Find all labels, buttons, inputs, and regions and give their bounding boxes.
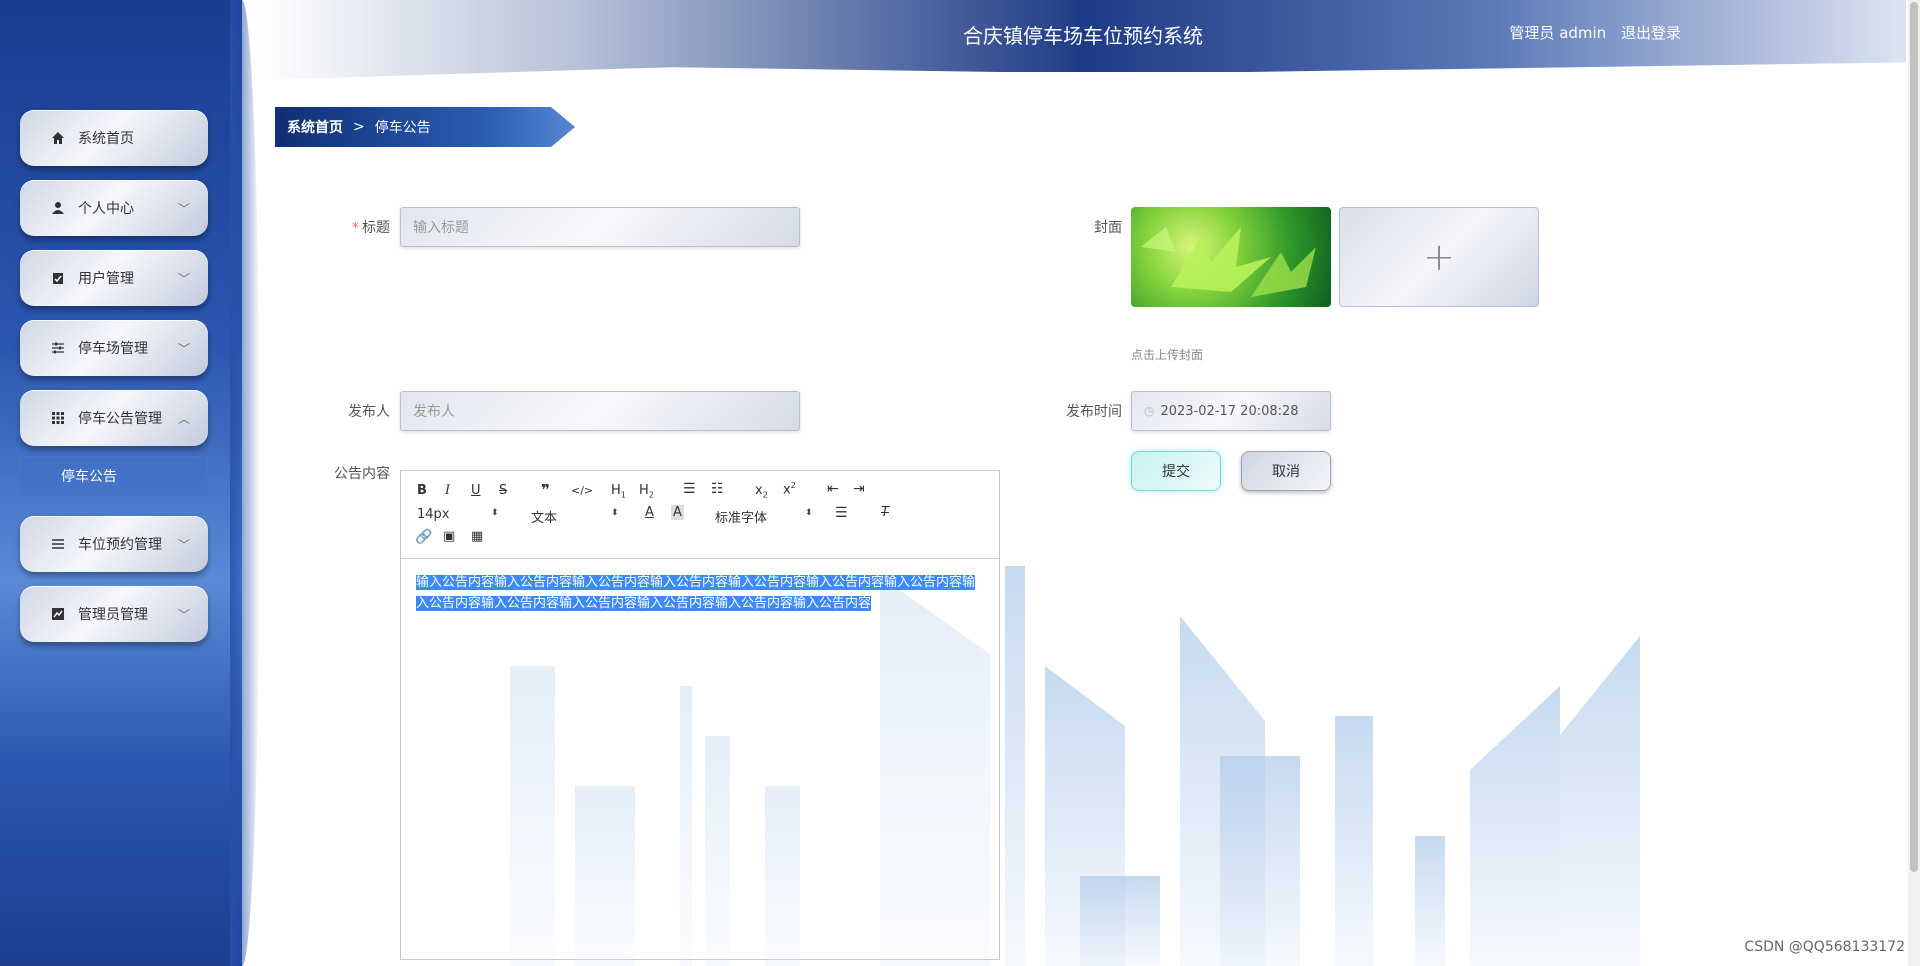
blockquote-icon[interactable]: ❞ [541,481,550,499]
chart-icon [50,606,66,622]
chevron-up-icon: ︿ [177,412,190,426]
clipboard-icon [50,270,66,286]
publisher-label: 发布人 [348,404,390,420]
font-size-select[interactable]: 14px ⬍ [417,507,499,522]
title-input[interactable]: 输入标题 [400,207,800,247]
strike-button[interactable]: S [499,483,507,498]
cover-label: 封面 [1094,220,1122,236]
chevron-down-icon: ﹀ [177,342,190,356]
publish-time-label: 发布时间 [1066,404,1122,420]
editor-text: 输入公告内容输入公告内容输入公告内容输入公告内容输入公告内容输入公告内容输入公告… [416,575,976,611]
scrollbar-thumb[interactable] [1910,2,1918,872]
bold-button[interactable]: B [417,483,427,498]
superscript-button[interactable]: x2 [783,481,796,497]
link-icon[interactable]: 🔗 [415,529,432,545]
current-user: 管理员 admin [1509,24,1607,42]
sidebar-item-home[interactable]: 系统首页 [20,110,208,166]
sidebar: 系统首页 个人中心 ﹀ 用户管理 ﹀ 停车场管理 ﹀ 停车公告管理 ︿ 停车公告… [0,0,260,966]
logout-link[interactable]: 退出登录 [1621,24,1681,42]
list-icon [50,536,66,552]
cancel-button[interactable]: 取消 [1241,451,1331,491]
sidebar-item-parking-management[interactable]: 停车场管理 ﹀ [20,320,208,376]
submit-button[interactable]: 提交 [1131,451,1221,491]
bullet-list-icon[interactable]: ☷ [711,481,724,497]
background-color-icon[interactable]: A [671,505,684,520]
publish-time-picker[interactable]: ◷ 2023-02-17 20:08:28 [1131,391,1331,431]
subscript-button[interactable]: x2 [755,483,768,500]
cover-image[interactable] [1131,207,1331,307]
grid-icon [50,410,66,426]
indent-icon[interactable]: ⇥ [853,481,865,497]
chevron-down-icon: ﹀ [177,202,190,216]
sidebar-item-label: 停车公告管理 [78,411,162,427]
font-family-select[interactable]: 标准字体 ⬍ [715,507,815,526]
clock-icon: ◷ [1144,404,1155,418]
home-icon [50,130,66,146]
sidebar-menu: 系统首页 个人中心 ﹀ 用户管理 ﹀ 停车场管理 ﹀ 停车公告管理 ︿ 停车公告… [20,110,208,656]
italic-button[interactable]: I [445,483,450,498]
sidebar-item-personal-center[interactable]: 个人中心 ﹀ [20,180,208,236]
image-icon[interactable]: ▣ [443,529,455,544]
publisher-input[interactable]: 发布人 [400,391,800,431]
page-scrollbar[interactable] [1908,0,1920,966]
code-icon[interactable]: </> [571,484,593,497]
sidebar-item-label: 车位预约管理 [78,537,162,553]
title-label: * 标题 [352,220,390,236]
editor-toolbar: B I U S ❞ </> H1 H2 ☰ ☷ x2 x2 ⇤ ⇥ 14px ⬍ … [401,471,999,559]
breadcrumb-current: 停车公告 [374,120,431,136]
sidebar-item-reservation-management[interactable]: 车位预约管理 ﹀ [20,516,208,572]
editor-content[interactable]: 输入公告内容输入公告内容输入公告内容输入公告内容输入公告内容输入公告内容输入公告… [401,559,999,625]
sidebar-item-label: 用户管理 [78,271,134,287]
clear-format-icon[interactable]: T [881,505,889,520]
font-color-icon[interactable]: A [645,505,654,520]
outdent-icon[interactable]: ⇤ [827,481,839,497]
chevron-down-icon: ﹀ [177,538,190,552]
sidebar-item-label: 系统首页 [78,131,134,147]
header-user-area: 管理员 admin 退出登录 [1499,22,1681,43]
watermark: CSDN @QQ568133172 [1744,939,1905,955]
content-label: 公告内容 [334,466,390,482]
video-icon[interactable]: ▦ [471,529,483,544]
sidebar-item-label: 停车场管理 [78,341,148,357]
header-1-button[interactable]: H1 [611,483,626,500]
breadcrumb-separator: > [353,119,365,135]
sidebar-item-label: 个人中心 [78,201,134,217]
sliders-icon [50,340,66,356]
sidebar-subitem-notice[interactable]: 停车公告 [20,456,208,496]
sidebar-item-admin-management[interactable]: 管理员管理 ﹀ [20,586,208,642]
plus-icon: + [1423,235,1455,279]
underline-button[interactable]: U [471,483,481,498]
breadcrumb-home[interactable]: 系统首页 [287,117,343,137]
cover-upload-hint: 点击上传封面 [1131,348,1204,362]
rich-text-editor: B I U S ❞ </> H1 H2 ☰ ☷ x2 x2 ⇤ ⇥ 14px ⬍ … [400,470,1000,960]
publish-time-value: 2023-02-17 20:08:28 [1160,403,1299,419]
text-type-select[interactable]: 文本 ⬍ [531,507,621,526]
breadcrumb: 系统首页 > 停车公告 [275,107,575,147]
cover-upload-button[interactable]: + [1339,207,1539,307]
sidebar-subitem-label: 停车公告 [61,469,117,485]
chevron-down-icon: ﹀ [177,272,190,286]
sidebar-item-label: 管理员管理 [78,607,148,623]
user-icon [50,200,66,216]
required-mark: * [352,220,359,236]
chevron-down-icon: ﹀ [177,608,190,622]
sidebar-item-user-management[interactable]: 用户管理 ﹀ [20,250,208,306]
ordered-list-icon[interactable]: ☰ [683,481,696,497]
header-2-button[interactable]: H2 [639,483,654,500]
sidebar-item-notice-management[interactable]: 停车公告管理 ︿ [20,390,208,446]
header: 合庆镇停车场车位预约系统 管理员 admin 退出登录 [260,0,1906,80]
align-icon[interactable]: ☰ [835,505,848,521]
